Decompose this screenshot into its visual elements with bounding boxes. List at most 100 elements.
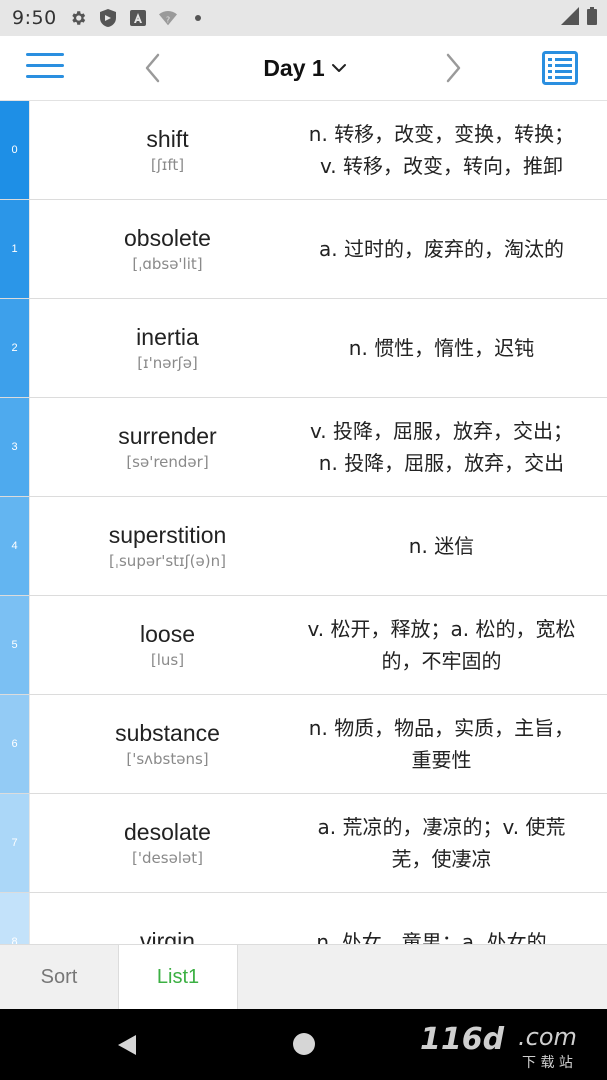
meaning-cell: n. 处女，童男；a. 处女的， bbox=[305, 893, 578, 944]
watermark-logo: 116d .com 下 载 站 bbox=[418, 1015, 598, 1073]
list-view-icon bbox=[542, 51, 578, 85]
wifi-question-icon: ? bbox=[158, 9, 177, 27]
word-text: inertia bbox=[136, 324, 199, 350]
meaning-text: n. 迷信 bbox=[408, 534, 475, 558]
settings-gear-icon bbox=[69, 9, 87, 27]
list-view-button[interactable] bbox=[542, 51, 578, 85]
next-day-button[interactable] bbox=[440, 50, 466, 86]
font-a-icon bbox=[129, 9, 147, 27]
word-row[interactable]: 0 shift [ʃɪft] n. 转移，改变，变换，转换；v. 转移，改变，转向，推… bbox=[0, 101, 607, 200]
word-index: 8 bbox=[0, 893, 30, 944]
word-cell: shift [ʃɪft] bbox=[30, 101, 305, 199]
word-row[interactable]: 3 surrender [sə'rendər] v. 投降，屈服，放弃，交出；n. 投… bbox=[0, 398, 607, 497]
meaning-text: v. 投降，屈服，放弃，交出；n. 投降，屈服，放弃，交出 bbox=[310, 419, 573, 475]
svg-text:?: ? bbox=[166, 15, 170, 25]
tab-sort-label: Sort bbox=[40, 966, 78, 988]
word-list[interactable]: 0 shift [ʃɪft] n. 转移，改变，变换，转换；v. 转移，改变，转向，推… bbox=[0, 101, 607, 944]
nav-back-button[interactable] bbox=[116, 1033, 138, 1057]
app-toolbar: Day 1 bbox=[0, 36, 607, 101]
tab-list1[interactable]: List1 bbox=[118, 945, 238, 1010]
word-cell: inertia [ɪ'nərʃə] bbox=[30, 299, 305, 397]
word-row[interactable]: 7 desolate ['desələt] a. 荒凉的，凄凉的；v. 使荒芜，使凄凉 bbox=[0, 794, 607, 893]
phonetic-text: ['sʌbstəns] bbox=[126, 750, 209, 768]
word-text: superstition bbox=[108, 522, 227, 548]
day-selector[interactable]: Day 1 bbox=[240, 50, 370, 86]
word-text: obsolete bbox=[124, 225, 211, 251]
meaning-text: a. 过时的，废弃的，淘汰的 bbox=[319, 237, 564, 261]
word-row[interactable]: 6 substance ['sʌbstəns] n. 物质，物品，实质，主旨，重要性 bbox=[0, 695, 607, 794]
meaning-text: n. 转移，改变，变换，转换；v. 转移，改变，转向，推卸 bbox=[308, 122, 575, 178]
word-text: surrender bbox=[118, 423, 217, 449]
status-system-icons bbox=[561, 0, 597, 36]
watermark-subtitle: 下 载 站 bbox=[522, 1055, 573, 1071]
word-cell: obsolete [ˌɑbsə'lit] bbox=[30, 200, 305, 298]
word-text: virgin bbox=[140, 928, 195, 944]
word-index: 2 bbox=[0, 299, 30, 397]
word-index: 6 bbox=[0, 695, 30, 793]
meaning-cell: n. 惯性，惰性，迟钝 bbox=[305, 299, 578, 397]
word-text: desolate bbox=[124, 819, 211, 845]
word-text: substance bbox=[115, 720, 220, 746]
word-row[interactable]: 4 superstition [ˌsupər'stɪʃ(ə)n] n. 迷信 bbox=[0, 497, 607, 596]
word-cell: surrender [sə'rendər] bbox=[30, 398, 305, 496]
word-index: 4 bbox=[0, 497, 30, 595]
chevron-right-icon bbox=[446, 53, 461, 83]
hamburger-menu-icon bbox=[26, 53, 64, 78]
phonetic-text: [ʃɪft] bbox=[150, 156, 185, 174]
notification-dot-icon bbox=[189, 9, 207, 27]
tab-sort[interactable]: Sort bbox=[0, 945, 118, 1010]
phonetic-text: [ˌɑbsə'lit] bbox=[132, 255, 203, 273]
meaning-cell: v. 投降，屈服，放弃，交出；n. 投降，屈服，放弃，交出 bbox=[305, 398, 578, 496]
cell-signal-icon bbox=[561, 7, 579, 29]
previous-day-button[interactable] bbox=[140, 50, 166, 86]
word-index: 0 bbox=[0, 101, 30, 199]
nav-home-button[interactable] bbox=[293, 1033, 315, 1055]
word-text: loose bbox=[140, 621, 195, 647]
word-index: 1 bbox=[0, 200, 30, 298]
status-bar: 9:50 ? bbox=[0, 0, 607, 36]
meaning-cell: a. 荒凉的，凄凉的；v. 使荒芜，使凄凉 bbox=[305, 794, 578, 892]
meaning-cell: n. 迷信 bbox=[305, 497, 578, 595]
word-index: 3 bbox=[0, 398, 30, 496]
meaning-text: v. 松开，释放；a. 松的，宽松的，不牢固的 bbox=[307, 617, 576, 673]
meaning-cell: n. 转移，改变，变换，转换；v. 转移，改变，转向，推卸 bbox=[305, 101, 578, 199]
phonetic-text: [lus] bbox=[150, 651, 185, 669]
phonetic-text: [ˌsupər'stɪʃ(ə)n] bbox=[109, 552, 226, 570]
word-index: 5 bbox=[0, 596, 30, 694]
phonetic-text: ['desələt] bbox=[132, 849, 203, 867]
word-cell: substance ['sʌbstəns] bbox=[30, 695, 305, 793]
meaning-text: a. 荒凉的，凄凉的；v. 使荒芜，使凄凉 bbox=[317, 815, 566, 871]
status-notification-icons: ? bbox=[69, 9, 207, 27]
meaning-text: n. 惯性，惰性，迟钝 bbox=[348, 336, 535, 360]
word-index: 7 bbox=[0, 794, 30, 892]
word-cell: desolate ['desələt] bbox=[30, 794, 305, 892]
word-row[interactable]: 5 loose [lus] v. 松开，释放；a. 松的，宽松的，不牢固的 bbox=[0, 596, 607, 695]
chevron-down-icon bbox=[331, 64, 346, 72]
meaning-cell: a. 过时的，废弃的，淘汰的 bbox=[305, 200, 578, 298]
watermark-suffix: .com bbox=[518, 1023, 577, 1051]
bottom-tab-bar: Sort List1 bbox=[0, 944, 607, 1010]
word-row[interactable]: 8 virgin n. 处女，童男；a. 处女的， bbox=[0, 893, 607, 944]
watermark-brand: 116d bbox=[420, 1022, 505, 1057]
word-row[interactable]: 1 obsolete [ˌɑbsə'lit] a. 过时的，废弃的，淘汰的 bbox=[0, 200, 607, 299]
word-cell: virgin bbox=[30, 893, 305, 944]
word-text: shift bbox=[146, 126, 189, 152]
word-row[interactable]: 2 inertia [ɪ'nərʃə] n. 惯性，惰性，迟钝 bbox=[0, 299, 607, 398]
status-time: 9:50 bbox=[12, 7, 57, 29]
chevron-left-icon bbox=[145, 53, 160, 83]
word-cell: superstition [ˌsupər'stɪʃ(ə)n] bbox=[30, 497, 305, 595]
system-navigation-bar: 116d .com 下 载 站 bbox=[0, 1009, 607, 1080]
phonetic-text: [sə'rendər] bbox=[126, 453, 209, 471]
battery-icon bbox=[587, 7, 597, 29]
day-title: Day 1 bbox=[263, 54, 325, 81]
menu-button[interactable] bbox=[26, 53, 64, 83]
phonetic-text: [ɪ'nərʃə] bbox=[137, 354, 198, 372]
back-triangle-icon bbox=[118, 1035, 136, 1055]
meaning-cell: v. 松开，释放；a. 松的，宽松的，不牢固的 bbox=[305, 596, 578, 694]
word-cell: loose [lus] bbox=[30, 596, 305, 694]
shield-icon bbox=[99, 9, 117, 27]
meaning-text: n. 处女，童男；a. 处女的， bbox=[316, 930, 567, 944]
tab-list1-label: List1 bbox=[156, 966, 200, 988]
meaning-cell: n. 物质，物品，实质，主旨，重要性 bbox=[305, 695, 578, 793]
meaning-text: n. 物质，物品，实质，主旨，重要性 bbox=[308, 716, 575, 772]
